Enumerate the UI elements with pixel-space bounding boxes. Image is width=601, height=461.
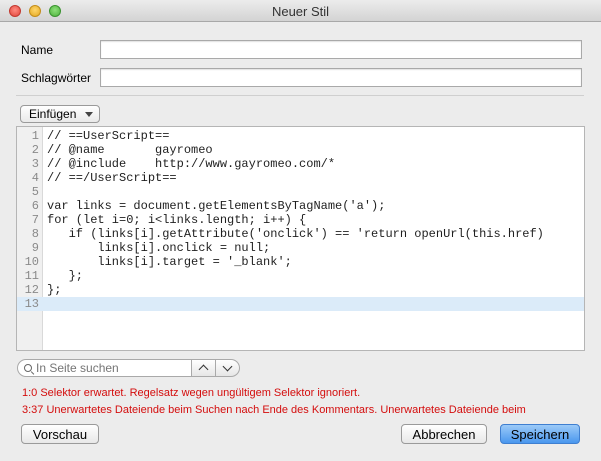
- line-number: 11: [24, 269, 39, 283]
- search-icon: [24, 364, 32, 372]
- code-text: if (links[i].getAttribute('onclick') == …: [47, 227, 544, 241]
- chevron-up-icon: [198, 364, 209, 375]
- line-number: 12: [24, 283, 39, 297]
- code-text: // @include http://www.gayromeo.com/*: [47, 157, 336, 171]
- line-number: 5: [31, 185, 39, 199]
- code-text: links[i].target = '_blank';: [47, 255, 292, 269]
- keywords-input[interactable]: [100, 68, 582, 87]
- error-message: 1:0 Selektor erwartet. Regelsatz wegen u…: [22, 387, 361, 399]
- code-line[interactable]: 13: [17, 297, 584, 311]
- line-number: 9: [31, 241, 39, 255]
- title-bar: Neuer Stil: [0, 0, 601, 22]
- line-number: 4: [31, 171, 39, 185]
- find-next-button[interactable]: [216, 359, 240, 377]
- code-line[interactable]: 11 };: [17, 269, 584, 283]
- code-line[interactable]: 8 if (links[i].getAttribute('onclick') =…: [17, 227, 584, 241]
- line-number: 13: [24, 297, 39, 311]
- code-line[interactable]: 7 for (let i=0; i<links.length; i++) {: [17, 213, 584, 227]
- save-button[interactable]: Speichern: [500, 424, 580, 444]
- code-line[interactable]: 12};: [17, 283, 584, 297]
- line-number: 10: [24, 255, 39, 269]
- code-text: var links = document.getElementsByTagNam…: [47, 199, 386, 213]
- code-text: // ==/UserScript==: [47, 171, 177, 185]
- code-line[interactable]: 3 // @include http://www.gayromeo.com/*: [17, 157, 584, 171]
- code-text: };: [47, 283, 62, 297]
- line-number: 2: [31, 143, 39, 157]
- line-number: 7: [31, 213, 39, 227]
- code-text: // @name gayromeo: [47, 143, 213, 157]
- cancel-button[interactable]: Abbrechen: [401, 424, 487, 444]
- preview-button[interactable]: Vorschau: [21, 424, 99, 444]
- insert-popup-button[interactable]: Einfügen: [20, 105, 100, 123]
- error-message: 3:37 Unerwartetes Dateiende beim Suchen …: [22, 404, 526, 416]
- line-number: 6: [31, 199, 39, 213]
- code-line[interactable]: 9 links[i].onclick = null;: [17, 241, 584, 255]
- code-editor[interactable]: 1 // ==UserScript== 2 // @name gayromeo 3 // …: [16, 126, 585, 351]
- search-input[interactable]: [36, 361, 186, 375]
- code-line[interactable]: 4 // ==/UserScript==: [17, 171, 584, 185]
- code-line[interactable]: 1 // ==UserScript==: [17, 129, 584, 143]
- code-text: links[i].onclick = null;: [47, 241, 271, 255]
- keywords-label: Schlagwörter: [21, 71, 92, 85]
- chevron-down-icon: [222, 361, 233, 372]
- name-input[interactable]: [100, 40, 582, 59]
- code-line[interactable]: 5: [17, 185, 584, 199]
- divider: [16, 95, 584, 96]
- insert-popup-label: Einfügen: [29, 107, 77, 121]
- code-line[interactable]: 10 links[i].target = '_blank';: [17, 255, 584, 269]
- line-number: 1: [31, 129, 39, 143]
- code-text: };: [47, 269, 84, 283]
- code-text: for (let i=0; i<links.length; i++) {: [47, 213, 307, 227]
- find-bar: [17, 359, 241, 377]
- line-number: 3: [31, 157, 39, 171]
- code-line[interactable]: 6 var links = document.getElementsByTagNa…: [17, 199, 584, 213]
- find-previous-button[interactable]: [192, 359, 216, 377]
- code-text: // ==UserScript==: [47, 129, 170, 143]
- search-field[interactable]: [17, 359, 192, 377]
- line-number: 8: [31, 227, 39, 241]
- window-title: Neuer Stil: [271, 4, 330, 19]
- name-label: Name: [21, 43, 54, 57]
- chevron-down-icon: [85, 112, 93, 117]
- code-line[interactable]: 2 // @name gayromeo: [17, 143, 584, 157]
